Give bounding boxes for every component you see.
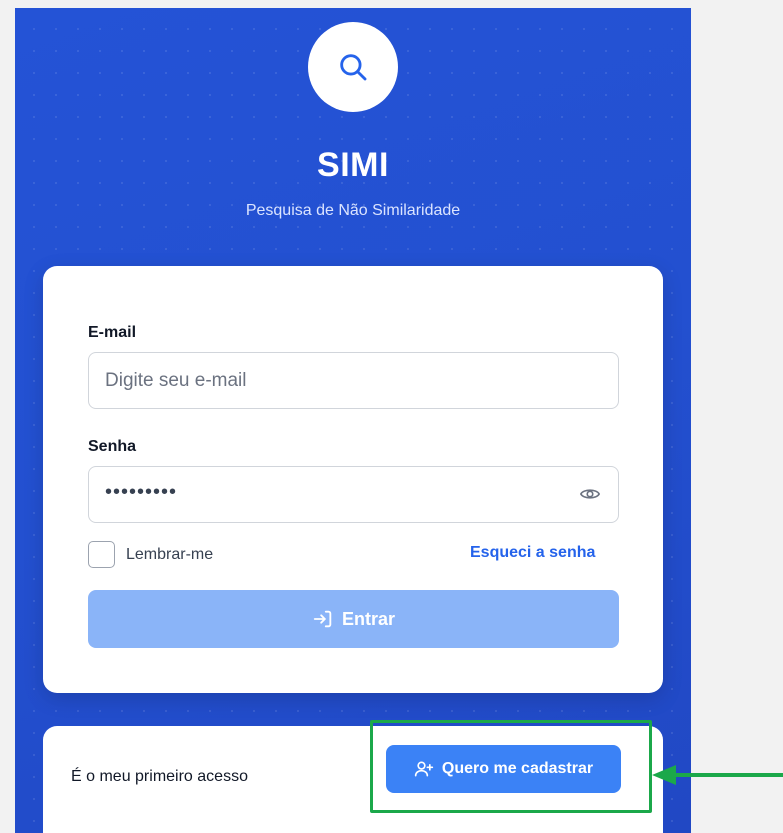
email-input[interactable] — [88, 352, 619, 409]
login-button[interactable]: Entrar — [88, 590, 619, 648]
eye-icon[interactable] — [579, 483, 601, 505]
password-label: Senha — [88, 438, 137, 455]
email-label: E-mail — [88, 324, 137, 341]
first-access-text: É o meu primeiro acesso — [71, 768, 248, 785]
user-plus-icon — [414, 761, 434, 777]
login-button-label: Entrar — [341, 608, 395, 629]
login-arrow-icon — [313, 610, 332, 628]
remember-checkbox[interactable] — [88, 541, 115, 568]
register-button-label: Quero me cadastrar — [441, 760, 594, 777]
logo-badge — [308, 22, 398, 112]
app-subtitle: Pesquisa de Não Similaridade — [245, 202, 461, 219]
login-panel: SIMI Pesquisa de Não Similaridade E-mail… — [15, 8, 691, 833]
register-button[interactable]: Quero me cadastrar — [386, 745, 621, 793]
forgot-password-link[interactable]: Esqueci a senha — [470, 544, 595, 562]
password-value: ••••••••• — [105, 481, 178, 503]
app-title: SIMI — [317, 146, 389, 184]
search-icon — [340, 54, 367, 81]
login-card: E-mail Senha ••••••••• Lembrar-me Esquec… — [43, 266, 663, 693]
pointer-arrow — [652, 765, 783, 785]
remember-label: Lembrar-me — [126, 546, 214, 563]
